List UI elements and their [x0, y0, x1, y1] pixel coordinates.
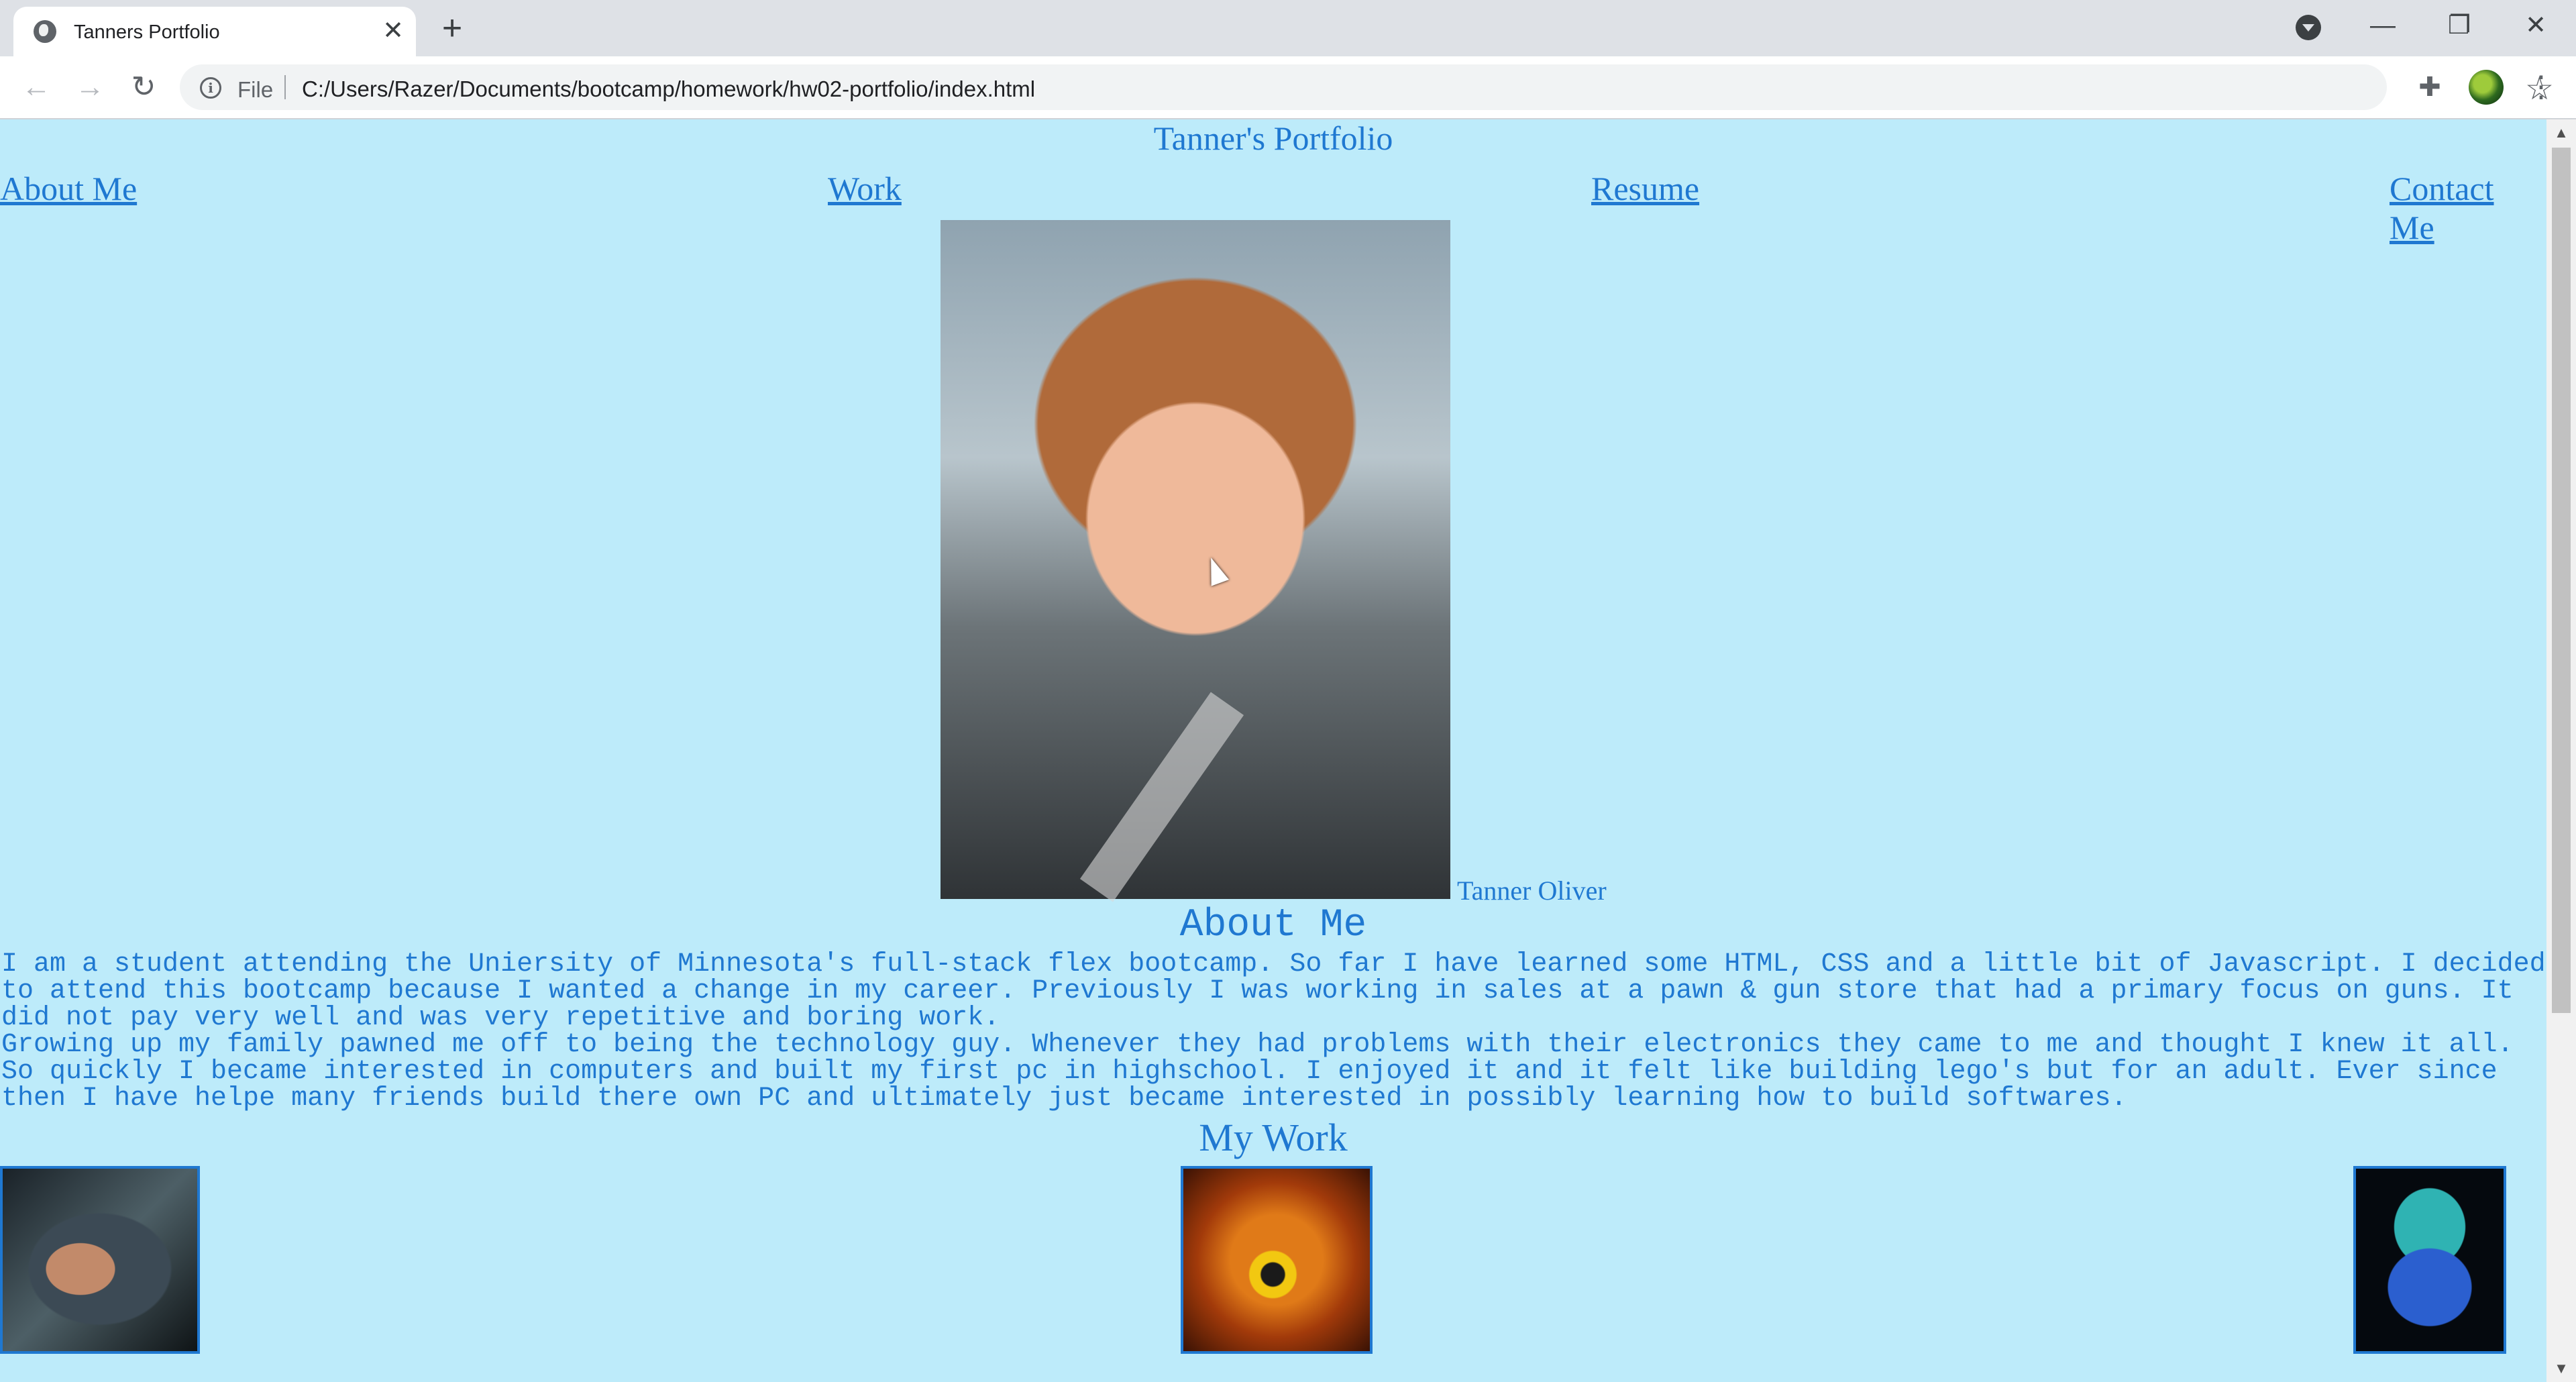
address-separator: [284, 75, 286, 99]
work-heading: My Work: [1199, 1116, 1348, 1159]
page-title: Tanner's Portfolio: [1153, 119, 1393, 157]
tab-title: Tanners Portfolio: [74, 21, 220, 43]
tab-strip: Tanners Portfolio ✕ + — ❐ ✕: [0, 0, 2576, 56]
new-tab-button[interactable]: +: [435, 11, 470, 47]
nav-link-resume[interactable]: Resume: [1591, 169, 1699, 208]
vertical-scrollbar[interactable]: ▲ ▼: [2546, 119, 2576, 1382]
about-heading: About Me: [1179, 904, 1367, 947]
profile-avatar[interactable]: [2469, 70, 2504, 105]
info-icon[interactable]: i: [200, 77, 221, 99]
window-close-button[interactable]: ✕: [2514, 7, 2557, 44]
nav-link-about-me[interactable]: About Me: [0, 169, 137, 208]
back-button[interactable]: ←: [17, 68, 55, 106]
portrait-caption: Tanner Oliver: [1457, 875, 1607, 906]
scrollbar-thumb[interactable]: [2552, 148, 2571, 1013]
restore-button[interactable]: ❐: [2438, 7, 2481, 44]
browser-tab[interactable]: Tanners Portfolio ✕: [13, 7, 416, 56]
about-text: I am a student attending the Uniersity o…: [1, 949, 2546, 1114]
nav-link-work[interactable]: Work: [828, 169, 902, 208]
work-image-2[interactable]: [1181, 1166, 1373, 1354]
portrait-photo: [941, 220, 1450, 899]
browser-menu-icon[interactable]: ⋮: [2522, 68, 2560, 106]
tab-search-icon[interactable]: [2296, 15, 2321, 40]
tab-close-icon[interactable]: ✕: [380, 17, 407, 44]
page-content: Tanner's Portfolio About Me Work Resume …: [0, 119, 2546, 1382]
extensions-icon[interactable]: ✚: [2411, 68, 2449, 106]
globe-icon: [34, 20, 56, 43]
nav-link-contact-me[interactable]: Contact Me: [2390, 169, 2546, 247]
scroll-down-arrow-icon[interactable]: ▼: [2546, 1355, 2576, 1382]
address-bar[interactable]: i File C:/Users/Razer/Documents/bootcamp…: [180, 64, 2554, 110]
scheme-label: File: [237, 77, 274, 102]
browser-toolbar: ← → ↻ i File C:/Users/Razer/Documents/bo…: [0, 56, 2576, 119]
work-image-3[interactable]: [2353, 1166, 2506, 1354]
forward-button[interactable]: →: [71, 68, 109, 106]
minimize-button[interactable]: —: [2361, 7, 2404, 44]
url-text[interactable]: C:/Users/Razer/Documents/bootcamp/homewo…: [302, 76, 1035, 102]
scroll-up-arrow-icon[interactable]: ▲: [2546, 119, 2576, 146]
work-image-1[interactable]: [0, 1166, 200, 1354]
reload-button[interactable]: ↻: [125, 68, 162, 106]
